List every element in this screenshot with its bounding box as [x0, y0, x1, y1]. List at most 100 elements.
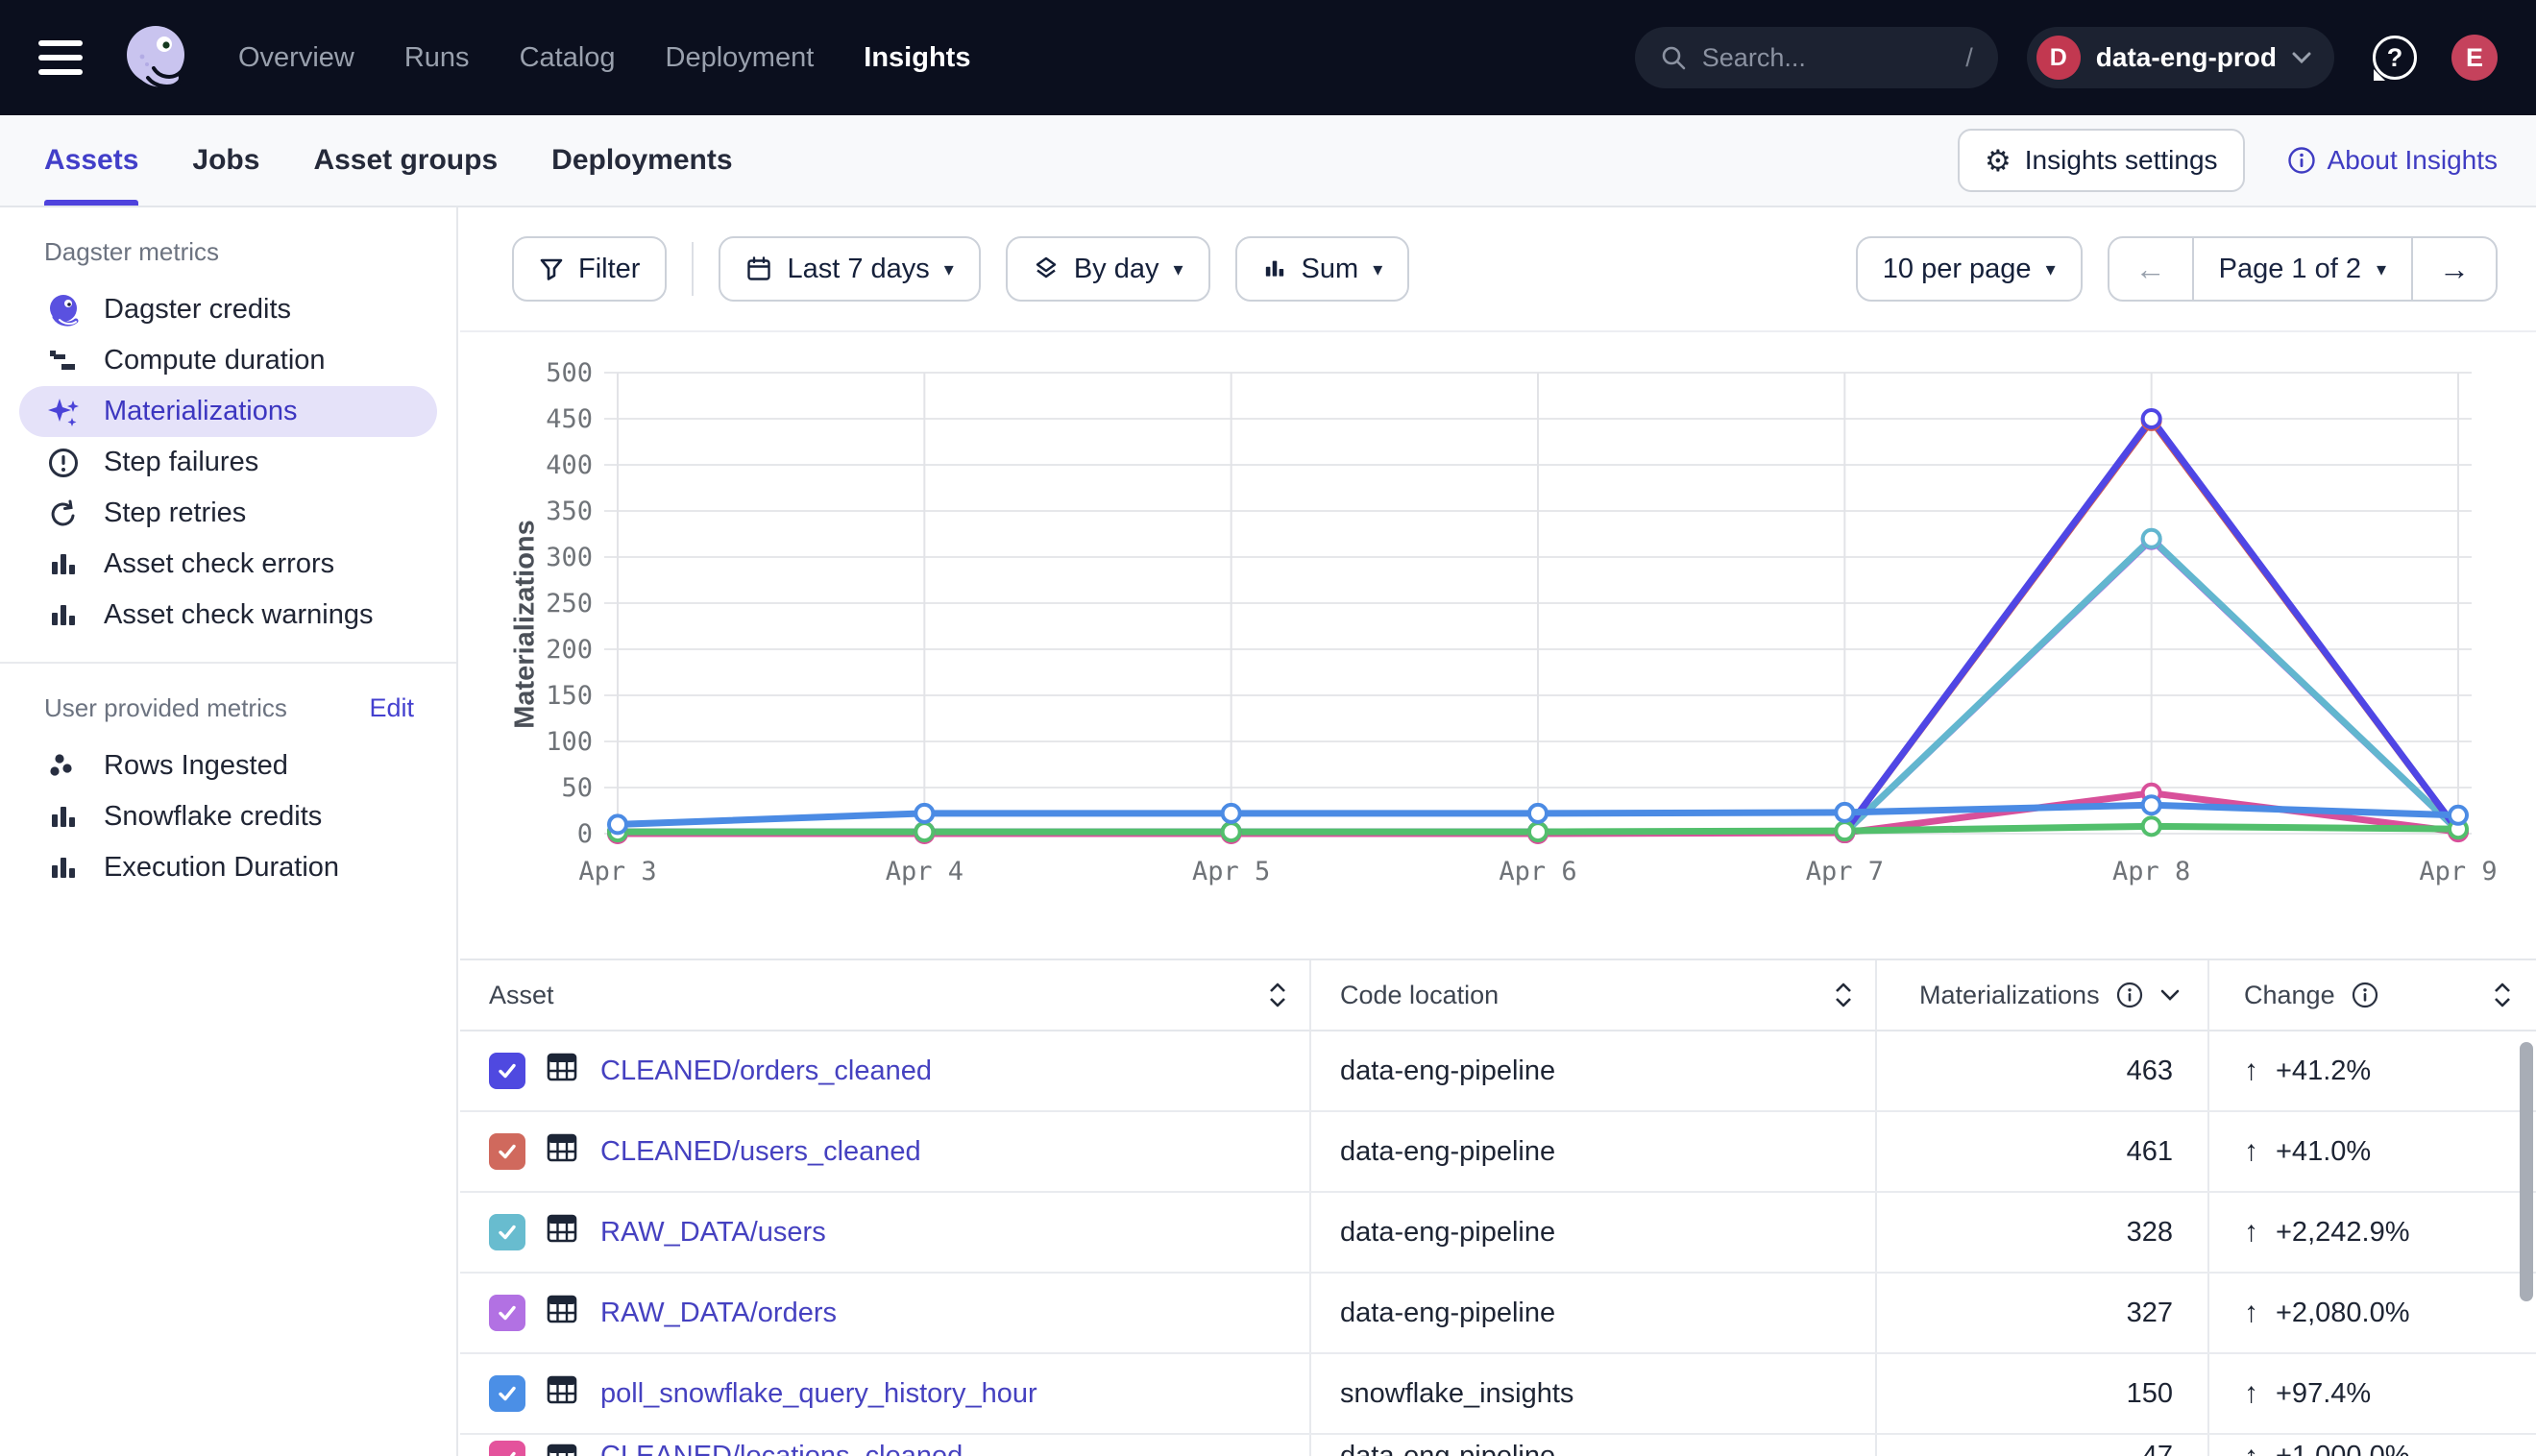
row-checkbox[interactable]: [489, 1441, 525, 1456]
sidebar-item-step-failures[interactable]: Step failures: [19, 437, 437, 488]
about-insights-link[interactable]: About Insights: [2287, 145, 2498, 176]
deployment-badge: D: [2036, 36, 2081, 80]
top-nav-right: / D data-eng-prod ? E: [1635, 27, 2498, 88]
user-metrics-list: Rows Ingested Snowflake credits Executio…: [0, 740, 456, 893]
date-range-button[interactable]: Last 7 days ▾: [719, 236, 980, 302]
user-avatar[interactable]: E: [2451, 35, 2498, 81]
chevron-down-icon[interactable]: [2159, 988, 2181, 1002]
change-value: +41.0%: [2276, 1136, 2371, 1168]
next-page-button[interactable]: →: [2413, 238, 2496, 300]
sidebar-item-step-retries[interactable]: Step retries: [19, 488, 437, 539]
change-cell: ↑+2,080.0%: [2209, 1274, 2536, 1352]
tab-jobs[interactable]: Jobs: [192, 115, 259, 206]
asset-cell: RAW_DATA/orders: [460, 1274, 1311, 1352]
search-box[interactable]: /: [1635, 27, 1998, 88]
x-tick-label: Apr 7: [1806, 857, 1884, 886]
info-icon[interactable]: [2115, 981, 2144, 1009]
sidebar-item-asset-check-warnings[interactable]: Asset check warnings: [19, 590, 437, 641]
toolbar-divider: [692, 242, 694, 296]
asset-link[interactable]: CLEANED/users_cleaned: [600, 1136, 921, 1168]
per-page-button[interactable]: 10 per page ▾: [1856, 236, 2083, 302]
y-tick-label: 200: [546, 635, 593, 665]
search-input[interactable]: [1702, 43, 1923, 73]
dagster-metrics-heading: Dagster metrics: [0, 231, 456, 273]
sidebar-item-dagster-credits[interactable]: Dagster credits: [19, 284, 437, 335]
sidebar-item-compute-duration[interactable]: Compute duration: [19, 335, 437, 386]
asset-link[interactable]: RAW_DATA/users: [600, 1217, 826, 1249]
layers-icon: [1033, 255, 1060, 282]
user-metrics-heading-row: User provided metrics Edit: [0, 687, 456, 729]
sidebar-item-asset-check-errors[interactable]: Asset check errors: [19, 539, 437, 590]
group-by-button[interactable]: By day ▾: [1006, 236, 1210, 302]
top-nav: Overview Runs Catalog Deployment Insight…: [0, 0, 2536, 115]
code-location-cell: data-eng-pipeline: [1311, 1274, 1877, 1352]
bar-chart-icon: [44, 849, 83, 887]
up-arrow-icon: ↑: [2244, 1377, 2258, 1410]
row-checkbox[interactable]: [489, 1133, 525, 1170]
data-point: [2143, 410, 2160, 427]
tab-deployments[interactable]: Deployments: [551, 115, 732, 206]
asset-link[interactable]: poll_snowflake_query_history_hour: [600, 1378, 1037, 1410]
y-tick-label: 300: [546, 543, 593, 572]
nav-catalog[interactable]: Catalog: [520, 42, 616, 74]
caret-down-icon: ▾: [2377, 257, 2386, 281]
column-header-change[interactable]: Change: [2209, 960, 2536, 1031]
asset-link[interactable]: RAW_DATA/orders: [600, 1298, 837, 1329]
change-value: +1,000.0%: [2276, 1441, 2409, 1456]
change-value: +2,080.0%: [2276, 1298, 2409, 1329]
row-checkbox[interactable]: [489, 1375, 525, 1412]
tab-asset-groups[interactable]: Asset groups: [313, 115, 498, 206]
table-asset-icon: [545, 1130, 579, 1173]
nav-runs[interactable]: Runs: [404, 42, 470, 74]
sort-icon[interactable]: [2492, 981, 2513, 1009]
sidebar-divider: [0, 662, 456, 664]
chart-toolbar: Filter Last 7 days ▾ By d: [460, 207, 2536, 332]
tab-assets[interactable]: Assets: [44, 115, 138, 206]
x-tick-label: Apr 8: [2112, 857, 2190, 886]
up-arrow-icon: ↑: [2244, 1135, 2258, 1168]
column-header-materializations[interactable]: Materializations: [1877, 960, 2209, 1031]
column-header-code-location[interactable]: Code location: [1311, 960, 1877, 1031]
nav-deployment[interactable]: Deployment: [666, 42, 815, 74]
edit-metrics-link[interactable]: Edit: [369, 693, 414, 723]
sidebar-item-materializations[interactable]: Materializations: [19, 386, 437, 437]
x-tick-label: Apr 6: [1499, 857, 1576, 886]
row-checkbox[interactable]: [489, 1214, 525, 1250]
deployment-switcher[interactable]: D data-eng-prod: [2027, 27, 2334, 88]
sidebar-item-rows-ingested[interactable]: Rows Ingested: [19, 740, 437, 791]
data-point: [2143, 530, 2160, 547]
materializations-chart: Materializations 05010015020025030035040…: [460, 346, 2536, 909]
sort-icon[interactable]: [1833, 981, 1854, 1009]
nav-overview[interactable]: Overview: [238, 42, 354, 74]
sidebar-item-execution-duration[interactable]: Execution Duration: [19, 842, 437, 893]
aggregation-button[interactable]: Sum ▾: [1235, 236, 1410, 302]
data-point: [1529, 823, 1547, 840]
sub-tabs: Assets Jobs Asset groups Deployments: [44, 115, 733, 206]
hamburger-menu-icon[interactable]: [38, 40, 86, 75]
page-select-button[interactable]: Page 1 of 2 ▾: [2192, 238, 2413, 300]
asset-cell: RAW_DATA/users: [460, 1193, 1311, 1272]
nav-insights[interactable]: Insights: [864, 42, 970, 74]
vertical-scrollbar[interactable]: [2520, 1042, 2533, 1301]
asset-link[interactable]: CLEANED/locations_cleaned: [600, 1441, 963, 1456]
dagster-metrics-list: Dagster credits Compute duration: [0, 284, 456, 641]
info-icon[interactable]: [2351, 981, 2379, 1009]
asset-link[interactable]: CLEANED/orders_cleaned: [600, 1056, 932, 1087]
column-header-asset[interactable]: Asset: [460, 960, 1311, 1031]
data-point: [915, 823, 933, 840]
row-checkbox[interactable]: [489, 1053, 525, 1089]
insights-settings-button[interactable]: ⚙ Insights settings: [1958, 129, 2245, 192]
prev-page-button[interactable]: ←: [2109, 238, 2192, 300]
sidebar-item-snowflake-credits[interactable]: Snowflake credits: [19, 791, 437, 842]
bar-chart-icon: [44, 798, 83, 837]
dagster-logo-icon[interactable]: [119, 20, 194, 95]
up-arrow-icon: ↑: [2244, 1055, 2258, 1087]
table-row: RAW_DATA/usersdata-eng-pipeline328↑+2,24…: [460, 1193, 2536, 1274]
filter-button[interactable]: Filter: [512, 236, 667, 302]
help-icon[interactable]: ?: [2373, 36, 2417, 80]
y-tick-label: 250: [546, 589, 593, 619]
row-checkbox[interactable]: [489, 1295, 525, 1331]
line-chart[interactable]: 050100150200250300350400450500Apr 3Apr 4…: [460, 346, 2536, 909]
sort-icon[interactable]: [1267, 981, 1288, 1009]
sidebar-item-label: Asset check errors: [104, 548, 334, 580]
